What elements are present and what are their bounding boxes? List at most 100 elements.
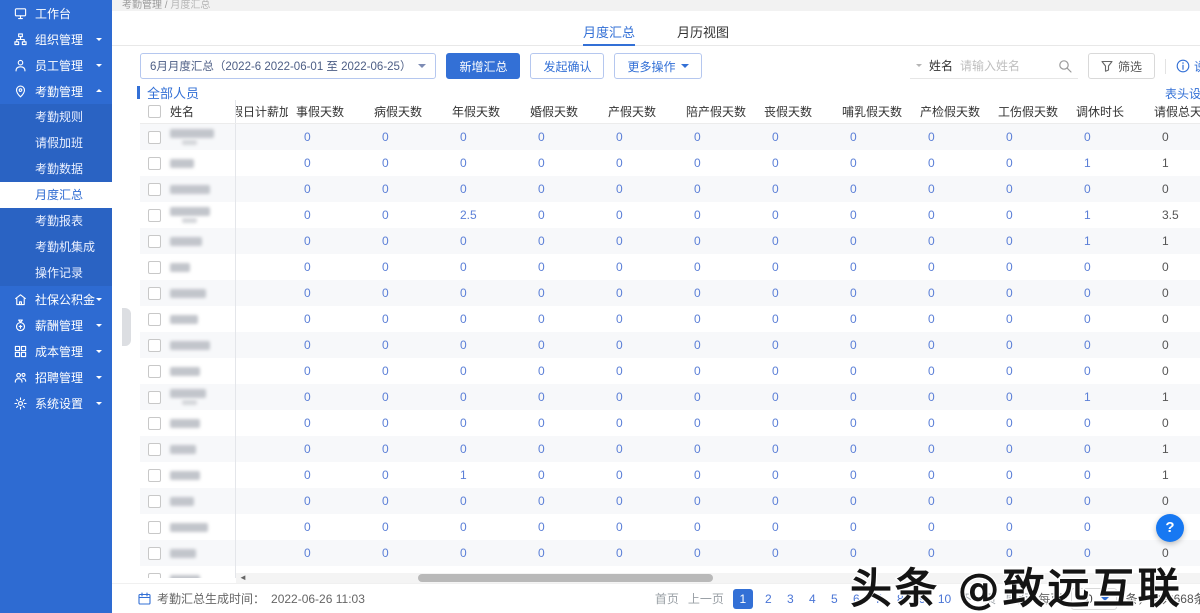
- cell-link[interactable]: 0: [1068, 286, 1146, 300]
- sidebar-subitem[interactable]: 操作记录: [0, 260, 112, 286]
- row-checkbox[interactable]: [148, 157, 161, 170]
- cell-link[interactable]: 0: [834, 260, 912, 274]
- cell-link[interactable]: 0: [444, 260, 522, 274]
- cell-link[interactable]: 0: [366, 182, 444, 196]
- cell-link[interactable]: 0: [600, 390, 678, 404]
- page-number[interactable]: 3: [784, 592, 797, 606]
- cell-link[interactable]: 0: [288, 442, 366, 456]
- row-checkbox[interactable]: [148, 443, 161, 456]
- cell-link[interactable]: 0: [678, 546, 756, 560]
- row-checkbox[interactable]: [148, 131, 161, 144]
- cell-link[interactable]: 0: [288, 546, 366, 560]
- cell-link[interactable]: 0: [444, 338, 522, 352]
- filter-button[interactable]: 筛选: [1088, 53, 1155, 79]
- cell-link[interactable]: 0: [756, 468, 834, 482]
- cell-link[interactable]: 0: [366, 286, 444, 300]
- cell-link[interactable]: 0: [990, 156, 1068, 170]
- cell-link[interactable]: 0: [990, 390, 1068, 404]
- cell-link[interactable]: 0: [678, 286, 756, 300]
- cell-link[interactable]: 0: [366, 260, 444, 274]
- cell-link[interactable]: 0: [522, 130, 600, 144]
- cell-link[interactable]: 0: [444, 416, 522, 430]
- cell-link[interactable]: 0: [756, 520, 834, 534]
- cell-link[interactable]: 0: [288, 468, 366, 482]
- sidebar-item-org[interactable]: 组织管理: [0, 26, 112, 52]
- cell-link[interactable]: 0: [834, 338, 912, 352]
- row-checkbox[interactable]: [148, 521, 161, 534]
- sidebar-item-employee[interactable]: 员工管理: [0, 52, 112, 78]
- row-checkbox[interactable]: [148, 547, 161, 560]
- cell-link[interactable]: 0: [756, 546, 834, 560]
- cell-link[interactable]: 1: [1068, 156, 1146, 170]
- confirm-button[interactable]: 发起确认: [530, 53, 604, 79]
- cell-link[interactable]: 0: [834, 156, 912, 170]
- row-checkbox[interactable]: [148, 365, 161, 378]
- cell-link[interactable]: 0: [990, 468, 1068, 482]
- cell-link[interactable]: 0: [912, 520, 990, 534]
- pagination-first[interactable]: 首页: [655, 590, 679, 607]
- cell-link[interactable]: 0: [288, 130, 366, 144]
- cell-link[interactable]: 0: [834, 468, 912, 482]
- page-number[interactable]: 5: [828, 592, 841, 606]
- cell-link[interactable]: 0: [678, 442, 756, 456]
- cell-link[interactable]: 0: [756, 234, 834, 248]
- cell-link[interactable]: 0: [366, 234, 444, 248]
- cell-link[interactable]: 0: [366, 156, 444, 170]
- sidebar-subitem[interactable]: 考勤机集成: [0, 234, 112, 260]
- cell-link[interactable]: 0: [522, 208, 600, 222]
- sidebar-item-recruit[interactable]: 招聘管理: [0, 364, 112, 390]
- cell-link[interactable]: 0: [678, 390, 756, 404]
- cell-link[interactable]: 0: [1068, 468, 1146, 482]
- sidebar-item-settings[interactable]: 系统设置: [0, 390, 112, 416]
- cell-link[interactable]: 0: [522, 520, 600, 534]
- cell-link[interactable]: 0: [912, 182, 990, 196]
- cell-link[interactable]: 0: [366, 468, 444, 482]
- cell-link[interactable]: 0: [678, 312, 756, 326]
- cell-link[interactable]: 0: [756, 260, 834, 274]
- cell-link[interactable]: 0: [912, 468, 990, 482]
- cell-link[interactable]: 0: [600, 416, 678, 430]
- cell-link[interactable]: 0: [990, 234, 1068, 248]
- cell-link[interactable]: 0: [1068, 260, 1146, 274]
- cell-link[interactable]: 0: [990, 520, 1068, 534]
- cell-link[interactable]: 0: [990, 416, 1068, 430]
- cell-link[interactable]: 0: [444, 312, 522, 326]
- cell-link[interactable]: 0: [444, 442, 522, 456]
- cell-link[interactable]: 0: [834, 364, 912, 378]
- cell-link[interactable]: 0: [600, 338, 678, 352]
- cell-link[interactable]: 0: [756, 442, 834, 456]
- cell-link[interactable]: 0: [912, 338, 990, 352]
- sidebar-subitem[interactable]: 考勤规则: [0, 104, 112, 130]
- cell-link[interactable]: 0: [600, 364, 678, 378]
- cell-link[interactable]: 0: [834, 182, 912, 196]
- help-button[interactable]: ?: [1156, 514, 1184, 542]
- cell-link[interactable]: 1: [1068, 234, 1146, 248]
- row-checkbox[interactable]: [148, 469, 161, 482]
- cell-link[interactable]: 0: [834, 286, 912, 300]
- page-number[interactable]: 1: [733, 589, 753, 609]
- cell-link[interactable]: 0: [912, 416, 990, 430]
- cell-link[interactable]: 0: [288, 156, 366, 170]
- cell-link[interactable]: 0: [522, 338, 600, 352]
- cell-link[interactable]: 0: [990, 494, 1068, 508]
- cell-link[interactable]: 0: [288, 182, 366, 196]
- cell-link[interactable]: 0: [756, 494, 834, 508]
- cell-link[interactable]: 0: [288, 494, 366, 508]
- cell-link[interactable]: 0: [912, 234, 990, 248]
- cell-link[interactable]: 1: [1068, 208, 1146, 222]
- cell-link[interactable]: 0: [288, 520, 366, 534]
- cell-link[interactable]: 0: [600, 468, 678, 482]
- cell-link[interactable]: 0: [756, 364, 834, 378]
- cell-link[interactable]: 0: [600, 546, 678, 560]
- cell-link[interactable]: 0: [600, 182, 678, 196]
- cell-link[interactable]: 0: [756, 286, 834, 300]
- sidebar-subitem[interactable]: 考勤数据: [0, 156, 112, 182]
- sidebar-collapse-handle[interactable]: [122, 308, 131, 346]
- cell-link[interactable]: 0: [678, 416, 756, 430]
- cell-link[interactable]: 0: [912, 130, 990, 144]
- cell-link[interactable]: 0: [756, 208, 834, 222]
- row-checkbox[interactable]: [148, 287, 161, 300]
- scrollbar-thumb[interactable]: [418, 574, 713, 582]
- pagination-prev[interactable]: 上一页: [688, 590, 724, 607]
- row-checkbox[interactable]: [148, 573, 161, 579]
